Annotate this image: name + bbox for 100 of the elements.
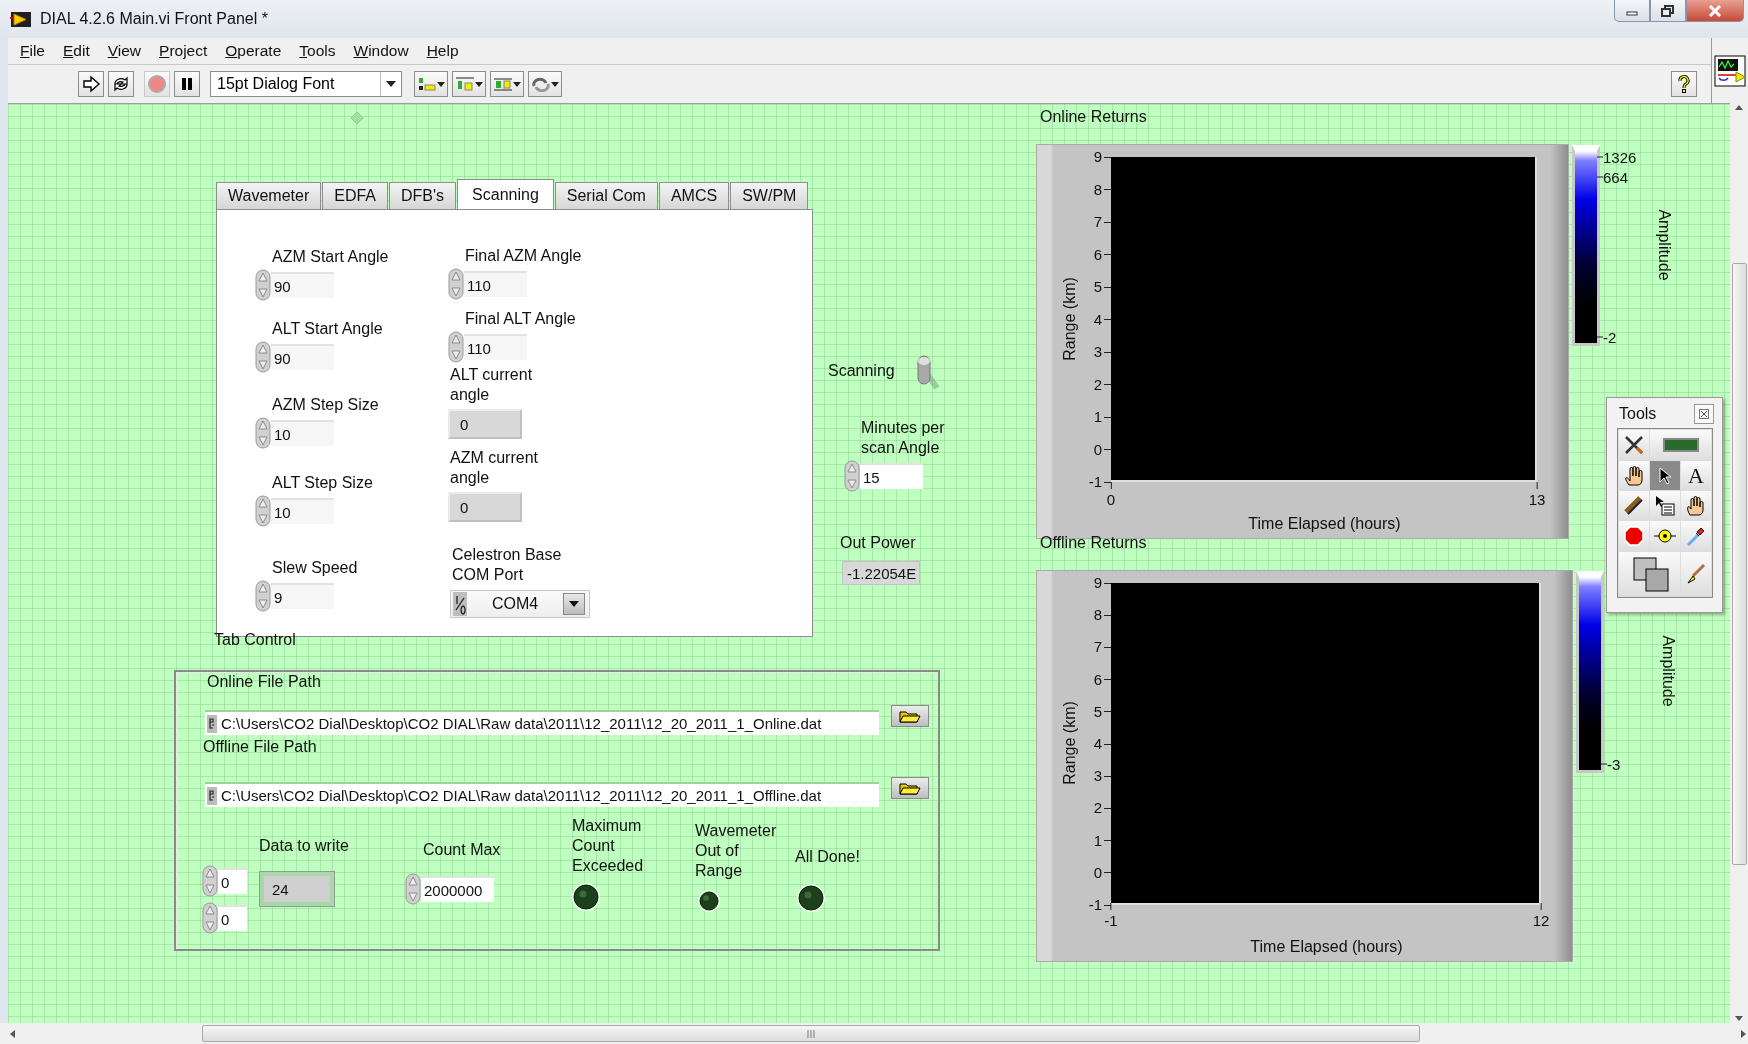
numeric-field[interactable]: 10 <box>271 420 334 446</box>
menu-item[interactable]: Operate <box>216 40 291 62</box>
reorder-button[interactable] <box>528 71 562 97</box>
scale-tick-label: 664 <box>1597 168 1629 186</box>
axis-tick-label: 2 <box>1093 800 1111 817</box>
align-objects-button[interactable] <box>414 71 448 97</box>
numeric-field[interactable]: 9 <box>271 583 334 609</box>
menu-item[interactable]: Project <box>150 40 217 62</box>
scale-tick-label: -2 <box>1597 328 1617 346</box>
diamond-icon <box>351 112 363 124</box>
spin-buttons[interactable] <box>255 269 271 301</box>
spin-buttons[interactable] <box>255 417 271 449</box>
control-label: AZM Step Size <box>271 395 379 415</box>
tab[interactable]: SW/PM <box>730 182 809 209</box>
spin-buttons[interactable] <box>255 580 271 612</box>
menu-item[interactable]: Window <box>344 40 418 62</box>
axis-tick-label: 8 <box>1093 607 1111 624</box>
vi-icon[interactable] <box>1714 53 1746 88</box>
numeric-field[interactable]: 110 <box>464 334 527 360</box>
caret-icon <box>437 81 445 87</box>
tool-button[interactable] <box>1619 430 1649 460</box>
window-title: DIAL 4.2.6 Main.vi Front Panel * <box>40 10 268 28</box>
numeric-field[interactable]: 15 <box>860 463 923 489</box>
control-label: ALT current angle <box>449 365 534 405</box>
axis-tick-label: 1 <box>1093 409 1111 425</box>
axis-tick-label: 3 <box>1093 344 1111 360</box>
numeric-indicator: 0 <box>448 409 522 439</box>
distribute-objects-button[interactable] <box>452 71 486 97</box>
path-icon <box>207 714 217 733</box>
axis-title: Time Elapsed (hours) <box>1248 515 1401 533</box>
menu-item[interactable]: Tools <box>290 40 345 62</box>
tool-button[interactable] <box>1650 461 1680 490</box>
caret-icon <box>475 81 483 87</box>
array-index-field[interactable]: 0 <box>218 905 247 931</box>
file-path-field[interactable]: C:\Users\CO2 Dial\Desktop\CO2 DIAL\Raw data\2011\12_2011\12_20_2011_1_Offline.dat <box>205 782 879 807</box>
run-continuously-button[interactable] <box>108 71 134 97</box>
resize-objects-button[interactable] <box>490 71 524 97</box>
font-dropdown[interactable]: 15pt Dialog Font <box>210 71 402 97</box>
tool-button[interactable] <box>1681 491 1711 520</box>
tool-button[interactable]: A <box>1681 461 1711 490</box>
spin-buttons[interactable] <box>255 495 271 527</box>
browse-button[interactable] <box>891 777 929 799</box>
spin-buttons[interactable] <box>448 331 464 363</box>
caret-icon <box>386 81 396 87</box>
control-label: Final AZM Angle <box>464 246 582 266</box>
scroll-right-icon[interactable] <box>1740 1028 1748 1039</box>
help-button[interactable] <box>1671 71 1697 97</box>
tool-button[interactable] <box>1619 461 1649 490</box>
axis-tick-label: 5 <box>1093 703 1111 720</box>
numeric-field[interactable]: 110 <box>464 271 527 297</box>
axis-tick-label: 0 <box>1093 441 1111 458</box>
control-label: All Done! <box>795 847 860 867</box>
tab[interactable]: Serial Com <box>554 182 658 209</box>
tab[interactable]: AMCS <box>658 182 730 209</box>
tab[interactable]: Scanning <box>457 179 554 210</box>
file-path-field[interactable]: C:\Users\CO2 Dial\Desktop\CO2 DIAL\Raw data\2011\12_2011\12_20_2011_1_Online.dat <box>205 710 879 735</box>
tool-button[interactable] <box>1650 430 1711 460</box>
restore-button[interactable] <box>1650 0 1686 22</box>
grip-icon <box>806 1029 816 1038</box>
control-label: Maximum Count Exceeded <box>572 816 645 876</box>
com-port-dropdown[interactable]: COM4 <box>450 590 590 618</box>
tab[interactable]: DFB's <box>389 182 457 209</box>
browse-button[interactable] <box>891 705 929 727</box>
close-button[interactable] <box>1686 0 1744 22</box>
spin-buttons[interactable] <box>255 341 271 373</box>
run-button[interactable] <box>78 71 104 97</box>
tool-icon <box>1622 463 1646 488</box>
tab[interactable]: EDFA <box>322 182 388 209</box>
axis-tick-label: 9 <box>1093 575 1111 591</box>
path-icon <box>207 786 217 805</box>
scroll-thumb[interactable] <box>1731 263 1747 865</box>
numeric-field[interactable]: 90 <box>271 344 334 370</box>
pause-button[interactable] <box>174 71 200 97</box>
tool-icon <box>1653 493 1677 518</box>
menu-item[interactable]: View <box>98 40 151 62</box>
control-label: Tab Control <box>214 630 296 650</box>
scroll-thumb[interactable] <box>202 1025 1420 1042</box>
tool-button[interactable] <box>1650 491 1680 520</box>
close-button[interactable] <box>1694 404 1714 424</box>
layout-icon <box>417 76 437 92</box>
menu-item[interactable]: File <box>11 40 54 62</box>
menu-item[interactable]: Edit <box>54 40 99 62</box>
tool-button[interactable] <box>1619 552 1680 596</box>
numeric-field[interactable]: 90 <box>271 272 334 298</box>
spin-buttons[interactable] <box>448 268 464 300</box>
numeric-field[interactable]: 10 <box>271 498 334 524</box>
scroll-left-icon[interactable] <box>8 1028 16 1039</box>
numeric-field[interactable]: 2000000 <box>421 876 494 902</box>
tool-button[interactable] <box>1619 491 1649 520</box>
numeric-indicator: -1.22054E <box>842 561 920 585</box>
array-index-field[interactable]: 0 <box>218 868 247 894</box>
control-label: ALT Start Angle <box>271 319 383 339</box>
tab[interactable]: Wavemeter <box>216 182 322 209</box>
axis-tick-label: 6 <box>1093 246 1111 263</box>
control-label: Scanning <box>828 361 895 381</box>
axis-tick-label: 7 <box>1093 214 1111 230</box>
control-label: ALT Step Size <box>271 473 373 493</box>
menu-item[interactable]: Help <box>417 40 468 62</box>
control-label: AZM current angle <box>449 448 539 488</box>
tool-button[interactable] <box>1650 521 1680 551</box>
